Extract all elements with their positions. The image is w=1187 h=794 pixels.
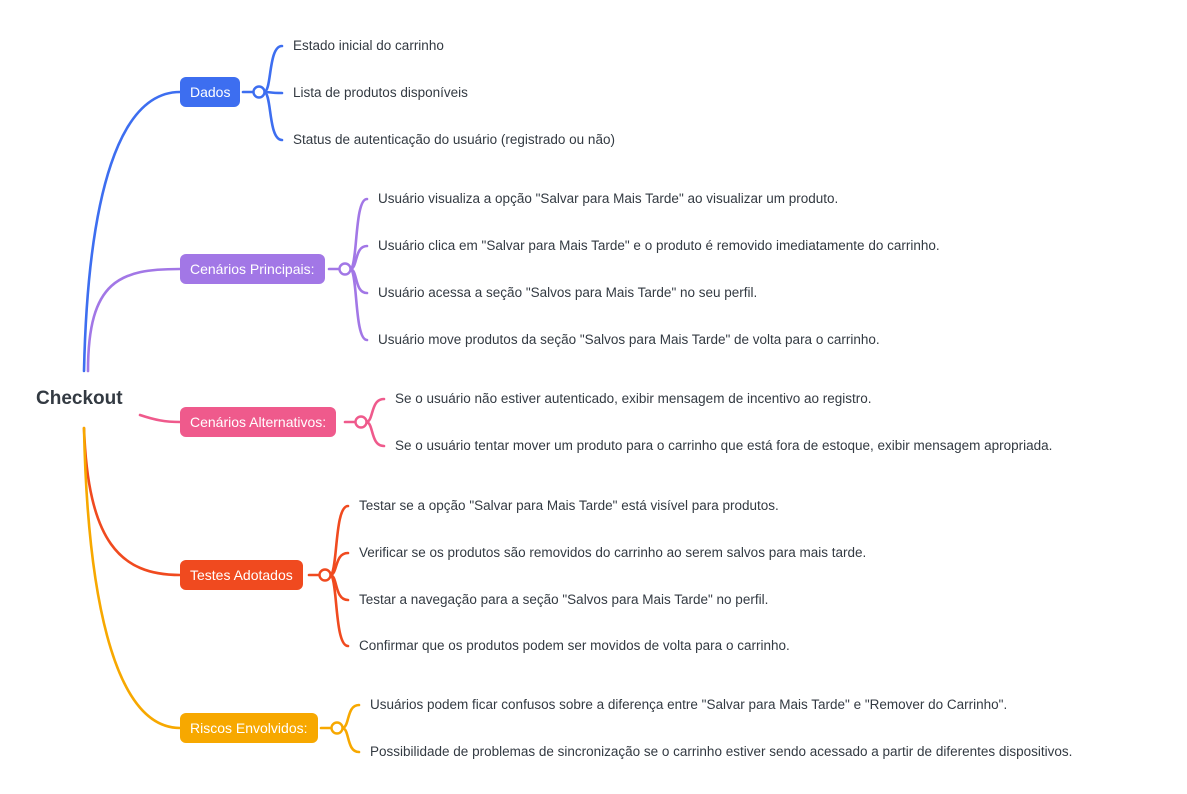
- leaf-dados-2[interactable]: Lista de produtos disponíveis: [293, 84, 468, 102]
- branch-cenarios-alternativos[interactable]: Cenários Alternativos:: [180, 407, 337, 437]
- leaf-link-cenarios_principais-2: [348, 244, 369, 271]
- leaf-cenarios-alternativos-1[interactable]: Se o usuário não estiver autenticado, ex…: [395, 390, 872, 408]
- leaf-link-cenarios_alternativos-2: [364, 420, 386, 448]
- branch-dados[interactable]: Dados: [180, 77, 241, 107]
- leaf-testes-adotados-2[interactable]: Verificar se os produtos são removidos d…: [359, 544, 866, 562]
- leaf-testes-adotados-4[interactable]: Confirmar que os produtos podem ser movi…: [359, 637, 790, 655]
- leaf-testes-adotados-3[interactable]: Testar a navegação para a seção "Salvos …: [359, 591, 768, 609]
- root-link-cenarios_principais: [86, 267, 182, 373]
- branch-riscos-envolvidos[interactable]: Riscos Envolvidos:: [180, 713, 318, 743]
- leaf-testes-adotados-1[interactable]: Testar se a opção "Salvar para Mais Tard…: [359, 497, 779, 515]
- leaf-cenarios-principais-4[interactable]: Usuário move produtos da seção "Salvos p…: [378, 331, 880, 349]
- branch-cenarios-principais[interactable]: Cenários Principais:: [180, 254, 325, 284]
- leaf-link-riscos_envolvidos-2: [340, 726, 361, 754]
- leaf-riscos-envolvidos-2[interactable]: Possibilidade de problemas de sincroniza…: [370, 743, 1072, 761]
- collapse-toggle-dados[interactable]: [252, 85, 266, 99]
- root-link-dados: [82, 90, 182, 373]
- leaf-link-cenarios_principais-1: [348, 197, 369, 271]
- leaf-cenarios-principais-3[interactable]: Usuário acessa a seção "Salvos para Mais…: [378, 284, 757, 302]
- leaf-link-testes_adotados-1: [328, 504, 350, 577]
- leaf-link-cenarios_alternativos-1: [364, 397, 386, 424]
- collapse-toggle-cenarios_principais[interactable]: [338, 262, 352, 276]
- leaf-link-testes_adotados-2: [328, 551, 350, 577]
- root-link-riscos_envolvidos: [82, 426, 182, 730]
- leaf-link-dados-3: [262, 90, 284, 142]
- root-topic[interactable]: Checkout: [36, 387, 123, 411]
- mind-map: Checkout Dados Estado inicial do carrinh…: [0, 0, 1187, 794]
- branch-testes-adotados[interactable]: Testes Adotados: [180, 560, 303, 590]
- leaf-cenarios-principais-1[interactable]: Usuário visualiza a opção "Salvar para M…: [378, 190, 838, 208]
- leaf-cenarios-principais-2[interactable]: Usuário clica em "Salvar para Mais Tarde…: [378, 237, 940, 255]
- root-link-cenarios_alternativos: [138, 413, 182, 424]
- leaf-dados-1[interactable]: Estado inicial do carrinho: [293, 37, 444, 55]
- root-link-testes_adotados: [82, 426, 182, 577]
- collapse-toggle-riscos_envolvidos[interactable]: [330, 721, 344, 735]
- leaf-link-dados-1: [262, 44, 284, 94]
- collapse-toggle-testes_adotados[interactable]: [318, 568, 332, 582]
- leaf-link-riscos_envolvidos-1: [340, 703, 361, 730]
- leaf-riscos-envolvidos-1[interactable]: Usuários podem ficar confusos sobre a di…: [370, 696, 1007, 714]
- leaf-dados-3[interactable]: Status de autenticação do usuário (regis…: [293, 131, 615, 149]
- leaf-link-cenarios_principais-4: [348, 267, 369, 342]
- collapse-toggle-cenarios_alternativos[interactable]: [354, 415, 368, 429]
- leaf-cenarios-alternativos-2[interactable]: Se o usuário tentar mover um produto par…: [395, 437, 1052, 455]
- leaf-link-testes_adotados-4: [328, 573, 350, 648]
